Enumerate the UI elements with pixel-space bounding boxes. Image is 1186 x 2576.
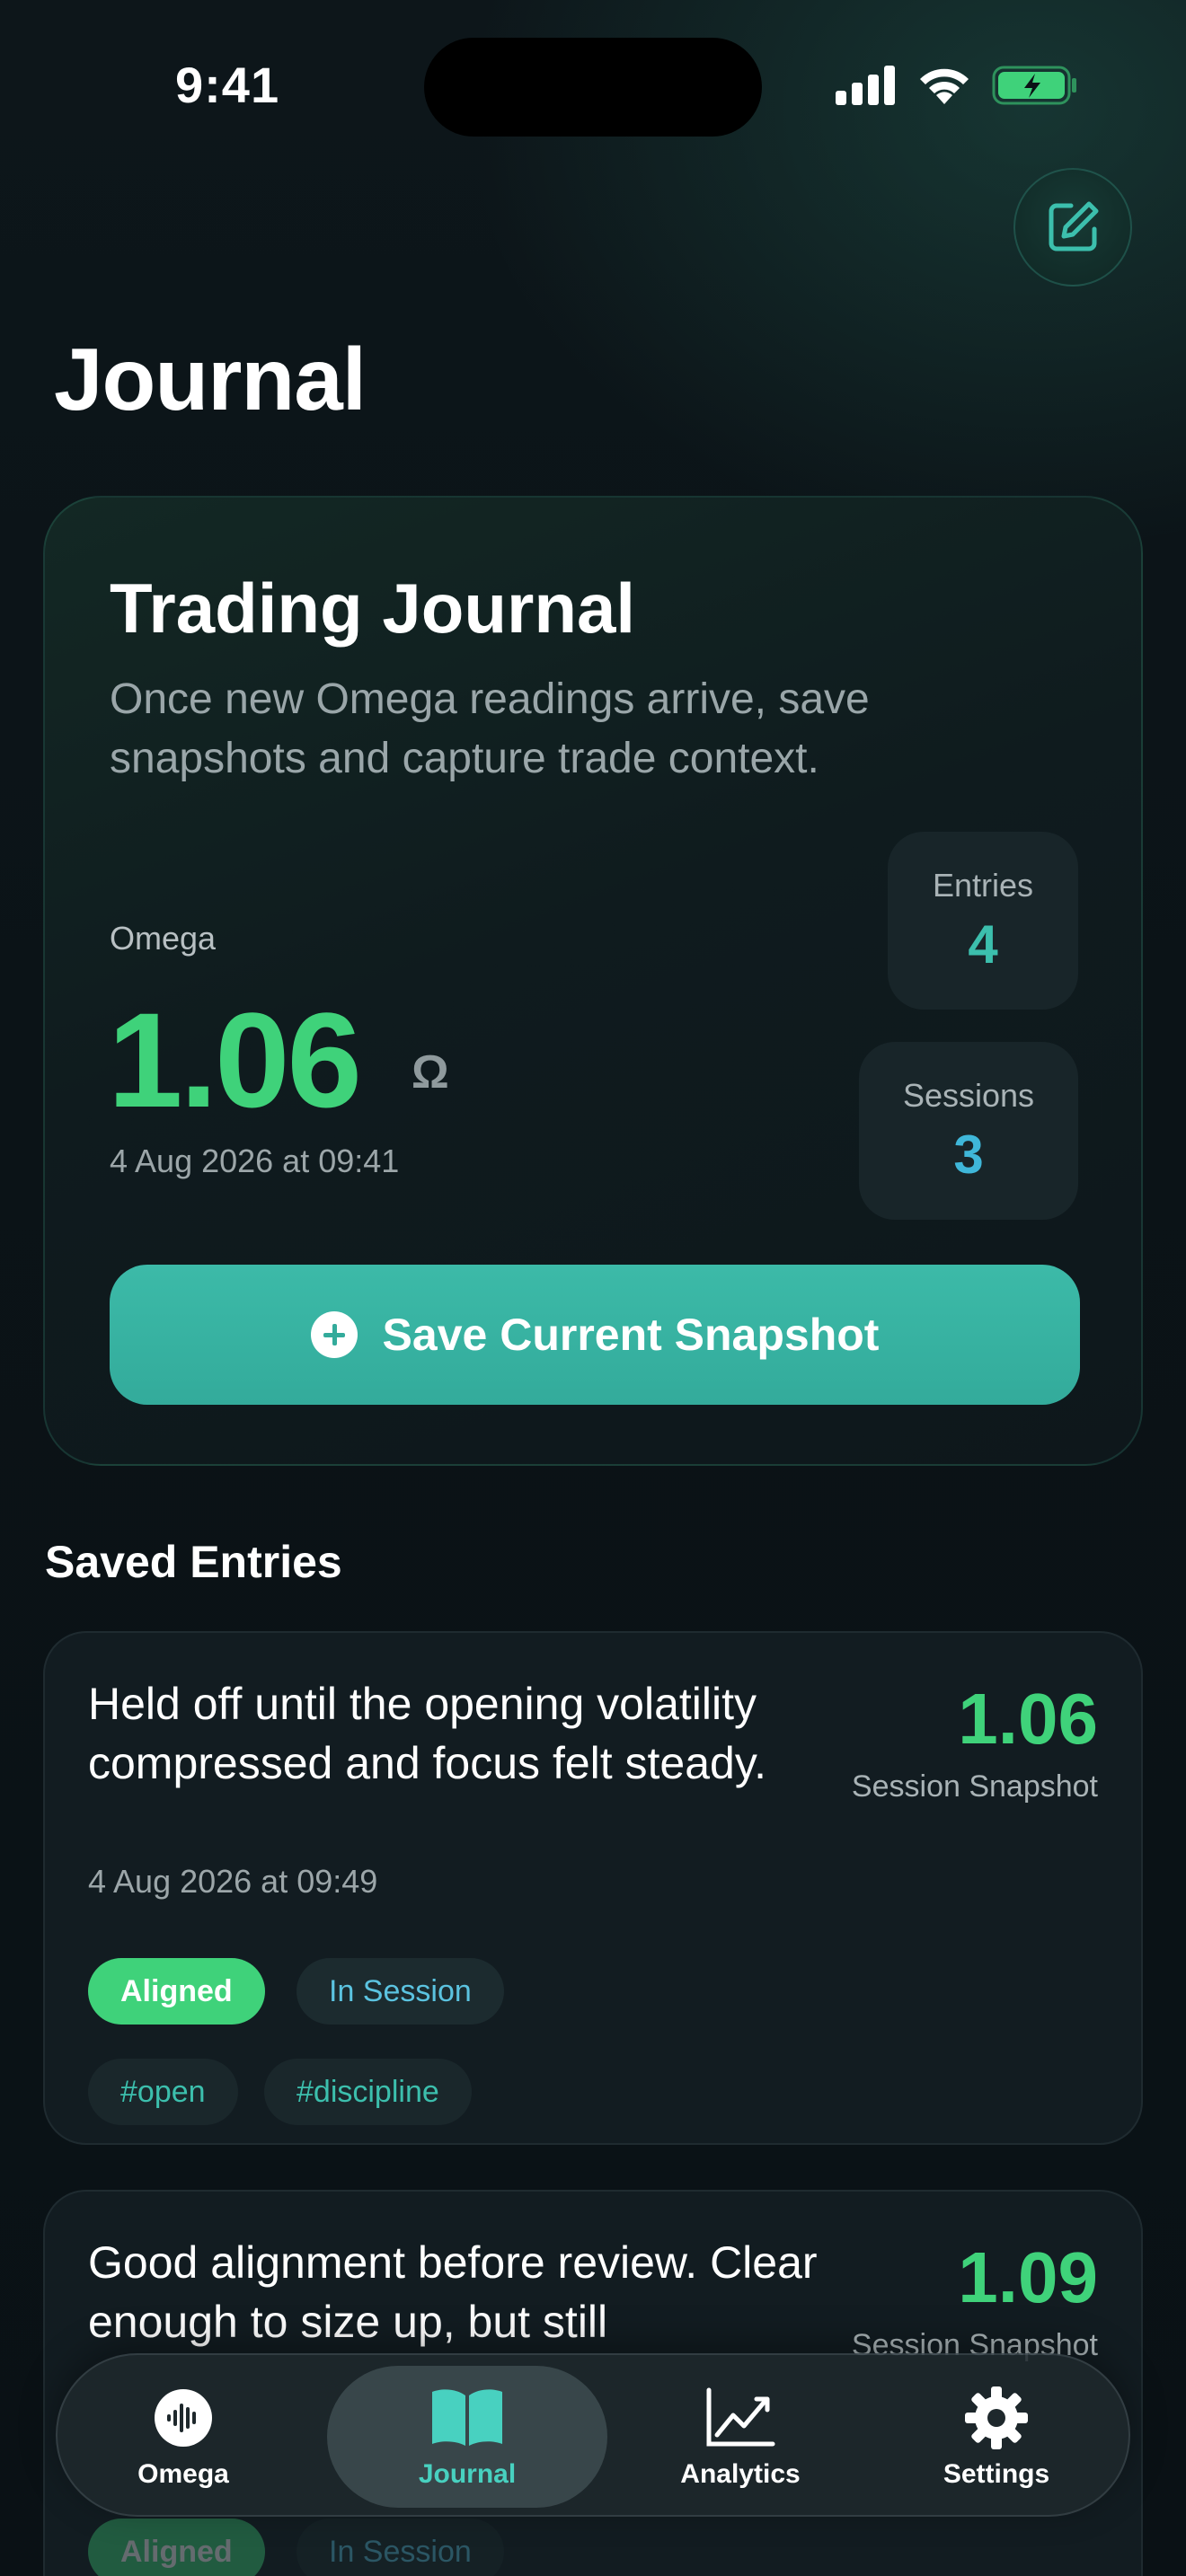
session-badge: In Session	[296, 1958, 504, 2025]
save-snapshot-label: Save Current Snapshot	[382, 1310, 880, 1360]
tab-omega[interactable]: Omega	[93, 2366, 273, 2508]
entry-score-value: 1.06	[958, 1679, 1098, 1759]
battery-charging-icon	[992, 66, 1076, 105]
entry-timestamp: 4 Aug 2026 at 09:49	[88, 1863, 378, 1900]
tab-label: Omega	[137, 2459, 229, 2489]
book-icon	[432, 2389, 502, 2446]
save-snapshot-button[interactable]: Save Current Snapshot	[110, 1265, 1080, 1405]
sessions-stat: Sessions 3	[859, 1042, 1078, 1220]
status-badge: Aligned	[88, 2519, 265, 2576]
plus-circle-icon	[310, 1311, 358, 1358]
tab-label: Analytics	[680, 2459, 801, 2489]
tab-analytics[interactable]: Analytics	[633, 2366, 848, 2508]
tab-journal[interactable]: Journal	[327, 2366, 607, 2508]
compose-icon	[1049, 201, 1099, 251]
wifi-icon	[920, 68, 969, 104]
entry-text: Good alignment before review. Clear enou…	[88, 2237, 818, 2347]
tab-label: Settings	[943, 2459, 1050, 2489]
sessions-value: 3	[953, 1124, 984, 1185]
entries-stat: Entries 4	[888, 832, 1078, 1010]
omega-value: 1.06	[108, 984, 362, 1135]
status-icons	[836, 65, 1078, 106]
tag-chip[interactable]: #open	[88, 2059, 238, 2125]
entry-score: 1.09 Session Snapshot	[852, 2236, 1098, 2363]
session-badge: In Session	[296, 2519, 504, 2576]
dynamic-island	[424, 38, 762, 137]
card-subtitle: Once new Omega readings arrive, save sna…	[110, 675, 870, 782]
saved-entries-title: Saved Entries	[45, 1537, 342, 1587]
journal-screen: 9:41 Journal Trading Journal Once new Om…	[0, 0, 1186, 2576]
status-time: 9:41	[175, 57, 280, 113]
tag-chip[interactable]: #discipline	[264, 2059, 472, 2125]
entry-score-value: 1.09	[958, 2237, 1098, 2317]
entry-card[interactable]: Held off until the opening volatility co…	[43, 1631, 1143, 2145]
entry-text: Held off until the opening volatility co…	[88, 1679, 767, 1788]
compose-button[interactable]	[1013, 168, 1132, 287]
card-title: Trading Journal	[110, 569, 636, 648]
entry-score-label: Session Snapshot	[851, 1769, 1098, 1804]
omega-symbol: Ω	[412, 1046, 449, 1098]
cellular-signal-icon	[836, 66, 895, 105]
omega-label: Omega	[110, 920, 217, 957]
entries-value: 4	[968, 913, 998, 975]
trading-journal-card: Trading Journal Once new Omega readings …	[43, 496, 1143, 1466]
page-title: Journal	[54, 330, 367, 428]
gear-icon	[965, 2386, 1028, 2449]
tab-settings[interactable]: Settings	[884, 2366, 1109, 2508]
entry-score: 1.06 Session Snapshot	[852, 1678, 1098, 1804]
status-badge: Aligned	[88, 1958, 265, 2025]
tab-label: Journal	[418, 2459, 517, 2489]
omega-timestamp: 4 Aug 2026 at 09:41	[110, 1142, 400, 1179]
sessions-label: Sessions	[902, 1076, 1035, 1114]
tab-bar: Omega Journal Analytics Settings	[56, 2353, 1130, 2517]
entries-label: Entries	[932, 866, 1034, 904]
waveform-icon	[155, 2389, 212, 2447]
chart-line-icon	[706, 2387, 775, 2447]
